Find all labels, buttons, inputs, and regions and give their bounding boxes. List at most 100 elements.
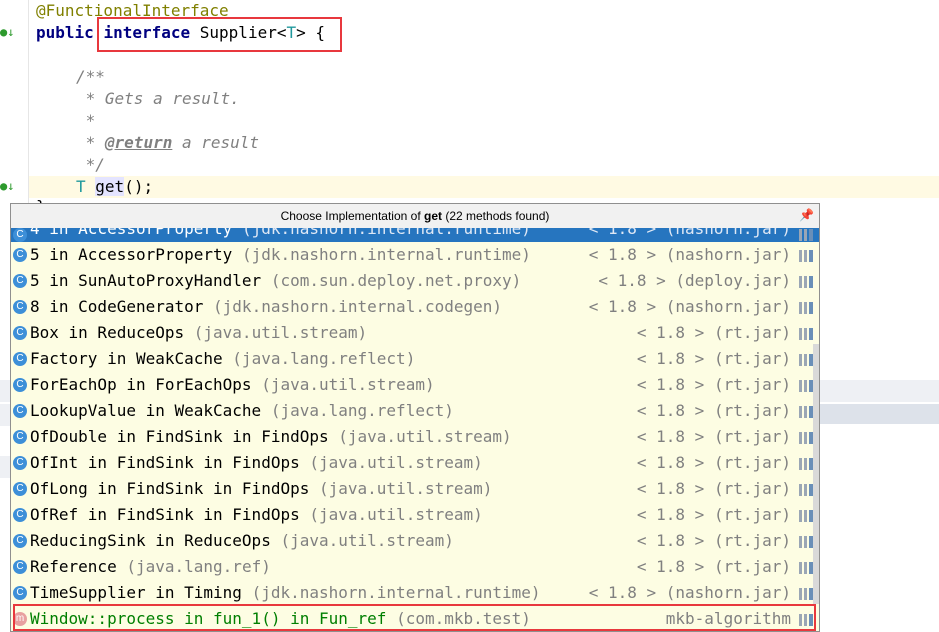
implementation-library: < 1.8 > (rt.jar): [636, 349, 791, 368]
implementation-library: < 1.8 > (rt.jar): [636, 427, 791, 446]
implementation-row[interactable]: C Reference (java.lang.ref) < 1.8 > (rt.ja…: [11, 554, 819, 580]
implemented-gutter-icon[interactable]: ●↓: [0, 178, 16, 194]
implementation-label: OfInt in FindSink in FindOps (java.util.…: [30, 450, 483, 476]
implementation-row[interactable]: C OfInt in FindSink in FindOps (java.util…: [11, 450, 819, 476]
background-panel-strip: [820, 380, 939, 402]
implementation-label: 5 in SunAutoProxyHandler (com.sun.deploy…: [30, 268, 521, 294]
implementation-row[interactable]: C8 in CodeGenerator (jdk.nashorn.interna…: [11, 294, 819, 320]
implementation-library: < 1.8 > (rt.jar): [636, 505, 791, 524]
implementation-row[interactable]: C OfDouble in FindSink in FindOps (java.u…: [11, 424, 819, 450]
class-icon: C: [13, 248, 27, 262]
class-icon: C: [13, 482, 27, 496]
implementation-name: 5 in SunAutoProxyHandler: [30, 271, 262, 290]
implementation-label: 5 in AccessorProperty (jdk.nashorn.inter…: [30, 242, 531, 268]
implementation-row[interactable]: C ForEachOp in ForEachOps (java.util.stre…: [11, 372, 819, 398]
implementation-row[interactable]: C OfLong in FindSink in FindOps (java.uti…: [11, 476, 819, 502]
library-icon: [799, 328, 813, 340]
implementation-row[interactable]: C4 in AccessorProperty (jdk.nashorn.inte…: [11, 228, 819, 242]
class-icon: C: [13, 228, 27, 242]
implementation-row[interactable]: C5 in AccessorProperty (jdk.nashorn.inte…: [11, 242, 819, 268]
implementation-library: < 1.8 > (rt.jar): [636, 453, 791, 472]
implementation-name: ForEachOp in ForEachOps: [30, 375, 252, 394]
implemented-gutter-icon[interactable]: ●↓: [0, 24, 16, 40]
implementation-name: OfDouble in FindSink in FindOps: [30, 427, 329, 446]
library-icon: [799, 229, 813, 241]
implementation-label: OfRef in FindSink in FindOps (java.util.…: [30, 502, 483, 528]
popup-title-suffix: (22 methods found): [442, 209, 550, 223]
implementation-label: Factory in WeakCache (java.lang.reflect): [30, 346, 415, 372]
implementation-package: (java.util.stream): [309, 453, 483, 472]
popup-scrollbar[interactable]: [813, 344, 819, 604]
method-name[interactable]: get: [95, 177, 125, 196]
implementation-label: Box in ReduceOps (java.util.stream): [30, 320, 367, 346]
javadoc-open: /**: [76, 67, 105, 86]
class-icon: C: [13, 586, 27, 600]
library-icon: [799, 354, 813, 366]
implementation-package: (java.util.stream): [319, 479, 493, 498]
class-icon: C: [13, 456, 27, 470]
class-icon: C: [13, 274, 27, 288]
choose-implementation-popup[interactable]: Choose Implementation of get (22 methods…: [10, 203, 820, 632]
implementation-library: < 1.8 > (rt.jar): [636, 323, 791, 342]
library-icon: [799, 406, 813, 418]
implementation-name: 8 in CodeGenerator: [30, 297, 204, 316]
javadoc-line: *: [76, 111, 96, 130]
implementation-package: (com.sun.deploy.net.proxy): [270, 271, 522, 290]
implementation-library: < 1.8 > (rt.jar): [636, 557, 791, 576]
implementation-list[interactable]: C4 in AccessorProperty (jdk.nashorn.inte…: [11, 228, 819, 631]
implementation-name: 5 in AccessorProperty: [30, 245, 233, 264]
popup-title-method: get: [424, 209, 442, 223]
implementation-library: < 1.8 > (rt.jar): [636, 479, 791, 498]
implementation-package: (jdk.nashorn.internal.runtime): [241, 228, 531, 238]
library-icon: [799, 250, 813, 262]
implementation-package: (jdk.nashorn.internal.runtime): [241, 245, 531, 264]
implementation-row[interactable]: C TimeSupplier in Timing (jdk.nashorn.int…: [11, 580, 819, 606]
class-icon: C: [13, 560, 27, 574]
implementation-name: ReducingSink in ReduceOps: [30, 531, 271, 550]
implementation-package: (jdk.nashorn.internal.runtime): [251, 583, 541, 602]
implementation-row[interactable]: C OfRef in FindSink in FindOps (java.util…: [11, 502, 819, 528]
implementation-package: (java.lang.ref): [126, 557, 271, 576]
library-icon: [799, 484, 813, 496]
implementation-row[interactable]: C Box in ReduceOps (java.util.stream) < 1.…: [11, 320, 819, 346]
implementation-library: < 1.8 > (nashorn.jar): [588, 297, 791, 316]
method-end: ();: [124, 177, 154, 196]
implementation-package: (java.util.stream): [261, 375, 435, 394]
javadoc-suffix: a result: [172, 133, 260, 152]
implementation-name: Factory in WeakCache: [30, 349, 223, 368]
implementation-library: < 1.8 > (deploy.jar): [598, 271, 791, 290]
library-icon: [799, 536, 813, 548]
implementation-package: (java.util.stream): [338, 427, 512, 446]
highlight-box-interface: [97, 17, 342, 52]
implementation-package: (jdk.nashorn.internal.codegen): [213, 297, 503, 316]
implementation-name: OfLong in FindSink in FindOps: [30, 479, 310, 498]
class-icon: C: [13, 430, 27, 444]
implementation-row[interactable]: C Factory in WeakCache (java.lang.reflect…: [11, 346, 819, 372]
popup-title: Choose Implementation of get (22 methods…: [11, 204, 819, 229]
implementation-label: 8 in CodeGenerator (jdk.nashorn.internal…: [30, 294, 502, 320]
implementation-label: 4 in AccessorProperty (jdk.nashorn.inter…: [30, 228, 531, 238]
library-icon: [799, 302, 813, 314]
implementation-package: (java.util.stream): [193, 323, 368, 342]
implementation-name: LookupValue in WeakCache: [30, 401, 262, 420]
pin-icon[interactable]: 📌: [799, 208, 814, 222]
implementation-row[interactable]: C5 in SunAutoProxyHandler (com.sun.deplo…: [11, 268, 819, 294]
implementation-row[interactable]: C ReducingSink in ReduceOps (java.util.st…: [11, 528, 819, 554]
implementation-library: < 1.8 > (nashorn.jar): [588, 228, 791, 238]
method-return-type: T: [76, 177, 86, 196]
implementation-library: < 1.8 > (nashorn.jar): [588, 583, 791, 602]
library-icon: [799, 588, 813, 600]
javadoc-line: * Gets a result.: [76, 89, 240, 108]
highlight-box-lambda-row: [13, 604, 816, 631]
implementation-package: (java.lang.reflect): [270, 401, 454, 420]
class-icon: C: [13, 508, 27, 522]
implementation-label: ForEachOp in ForEachOps (java.util.strea…: [30, 372, 435, 398]
implementation-label: OfDouble in FindSink in FindOps (java.ut…: [30, 424, 512, 450]
class-icon: C: [13, 300, 27, 314]
implementation-package: (java.lang.reflect): [232, 349, 416, 368]
implementation-row[interactable]: C LookupValue in WeakCache (java.lang.ref…: [11, 398, 819, 424]
implementation-package: (java.util.stream): [309, 505, 483, 524]
javadoc-return-line: * @return a result: [76, 132, 259, 154]
library-icon: [799, 432, 813, 444]
implementation-library: < 1.8 > (rt.jar): [636, 375, 791, 394]
